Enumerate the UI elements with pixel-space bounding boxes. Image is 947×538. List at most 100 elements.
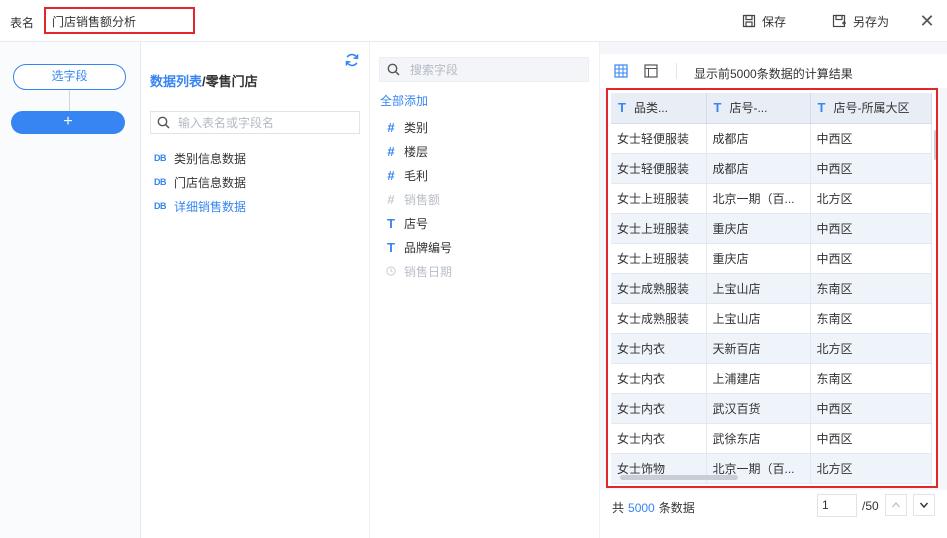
numeric-field-icon: # (387, 143, 395, 159)
vertical-scrollbar[interactable] (934, 130, 936, 160)
field-search-placeholder: 搜索字段 (410, 63, 459, 77)
column-header-label: 品类... (633, 101, 668, 116)
record-count: 共 5000 条数据 (612, 499, 695, 516)
table-cell: 上宝山店 (706, 273, 811, 304)
table-cell: 北方区 (810, 333, 932, 364)
select-field-node[interactable]: 选字段 (13, 64, 126, 90)
save-as-button[interactable]: 另存为 (832, 12, 889, 30)
table-item-active[interactable]: DB 详细销售数据 (154, 194, 246, 218)
table-cell: 天新百店 (706, 333, 811, 364)
table-cell: 女士内衣 (611, 333, 707, 364)
field-item-disabled: 销售日期 (386, 259, 452, 283)
field-item[interactable]: # 毛利 (386, 163, 452, 187)
table-item[interactable]: DB 类别信息数据 (154, 146, 246, 170)
column-header[interactable]: T 店号-... (706, 93, 811, 124)
table-cell: 成都店 (706, 153, 811, 184)
table-cell: 女士上班服装 (611, 243, 707, 274)
field-item-label: 品牌编号 (404, 240, 453, 255)
table-list-panel: 数据列表/零售门店 输入表名或字段名 DB 类别信息数据 DB 门店信息数据 DB 详… (141, 42, 370, 538)
table-row: 女士上班服装 北京一期（百... 北方区 (611, 183, 932, 214)
node-connector (69, 90, 70, 112)
table-cell: 女士内衣 (611, 423, 707, 454)
preview-footer: 共 5000 条数据 1 /50 (600, 490, 947, 538)
text-type-icon: T (817, 100, 826, 116)
table-cell: 成都店 (706, 123, 811, 154)
table-cell: 女士成熟服装 (611, 273, 707, 304)
database-icon: DB (154, 177, 167, 187)
database-icon: DB (154, 201, 167, 211)
field-selection-rail: 选字段 + (0, 42, 141, 538)
text-field-icon: T (387, 239, 395, 255)
table-cell: 东南区 (810, 363, 932, 394)
add-all-link[interactable]: 全部添加 (380, 92, 428, 109)
table-cell: 女士成熟服装 (611, 303, 707, 334)
table-cell: 上宝山店 (706, 303, 811, 334)
table-cell: 中西区 (810, 423, 932, 454)
table-row: 女士成熟服装 上宝山店 东南区 (611, 303, 932, 334)
table-row: 女士内衣 上浦建店 东南区 (611, 363, 932, 394)
table-item-label: 门店信息数据 (174, 175, 247, 190)
table-item[interactable]: DB 门店信息数据 (154, 170, 246, 194)
field-item[interactable]: # 楼层 (386, 139, 452, 163)
toolbar-divider (676, 63, 677, 79)
table-cell: 中西区 (810, 213, 932, 244)
table-name-input[interactable]: 门店销售额分析 (44, 7, 195, 34)
table-search-placeholder: 输入表名或字段名 (178, 116, 275, 130)
table-item-label: 详细销售数据 (174, 199, 247, 214)
search-icon (157, 116, 170, 129)
next-page-button[interactable] (913, 494, 935, 516)
add-step-button[interactable]: + (11, 111, 125, 134)
table-cell: 女士上班服装 (611, 183, 707, 214)
field-item[interactable]: T 品牌编号 (386, 235, 452, 259)
table-row: 女士成熟服装 上宝山店 东南区 (611, 273, 932, 304)
preview-table-container: T 品类... T 店号-... T 店号-所属大区 女士轻便服装 成都店 中西区 女士轻… (606, 88, 938, 488)
field-item-label: 类别 (404, 120, 429, 135)
field-item-label: 楼层 (404, 144, 429, 159)
field-item-label: 销售日期 (404, 264, 453, 279)
chevron-down-icon (919, 502, 929, 509)
breadcrumb-data-list[interactable]: 数据列表 (150, 74, 202, 89)
text-field-icon: T (387, 215, 395, 231)
field-search-input[interactable]: 搜索字段 (379, 57, 589, 82)
page-total: /50 (862, 499, 879, 513)
layout-view-icon[interactable] (644, 64, 658, 78)
table-cell: 女士轻便服装 (611, 123, 707, 154)
table-cell: 北方区 (810, 453, 932, 484)
previous-page-button[interactable] (885, 494, 907, 516)
search-icon (387, 63, 400, 76)
horizontal-scrollbar[interactable] (620, 475, 738, 480)
field-item-label: 毛利 (404, 168, 429, 183)
name-label: 表名 (10, 16, 35, 30)
table-cell: 中西区 (810, 153, 932, 184)
close-icon[interactable]: ✕ (918, 12, 936, 30)
field-item[interactable]: T 店号 (386, 211, 452, 235)
table-row: 女士上班服装 重庆店 中西区 (611, 213, 932, 244)
save-as-icon (832, 14, 846, 28)
column-header-label: 店号-... (729, 101, 768, 116)
column-header-label: 店号-所属大区 (833, 101, 910, 116)
column-header[interactable]: T 店号-所属大区 (810, 93, 932, 124)
field-item-label: 销售额 (404, 192, 441, 207)
clock-icon (386, 266, 396, 276)
database-icon: DB (154, 153, 167, 163)
count-suffix: 条数据 (658, 501, 695, 515)
table-cell: 女士上班服装 (611, 213, 707, 244)
numeric-field-icon: # (387, 167, 395, 183)
table-cell: 女士轻便服装 (611, 153, 707, 184)
page-number-input[interactable]: 1 (817, 494, 857, 517)
field-item-disabled: # 销售额 (386, 187, 452, 211)
save-button[interactable]: 保存 (742, 12, 786, 30)
breadcrumb-current: 零售门店 (205, 74, 258, 89)
field-item[interactable]: # 类别 (386, 115, 452, 139)
table-cell: 东南区 (810, 273, 932, 304)
table-cell: 重庆店 (706, 213, 811, 244)
numeric-field-icon: # (387, 119, 395, 135)
column-header[interactable]: T 品类... (611, 93, 707, 124)
field-item-label: 店号 (404, 216, 429, 231)
save-as-label: 另存为 (853, 14, 890, 29)
table-cell: 重庆店 (706, 243, 811, 274)
refresh-icon[interactable] (344, 52, 360, 68)
table-search-input[interactable]: 输入表名或字段名 (150, 111, 360, 134)
count-value: 5000 (628, 501, 655, 515)
grid-view-icon[interactable] (614, 64, 628, 78)
